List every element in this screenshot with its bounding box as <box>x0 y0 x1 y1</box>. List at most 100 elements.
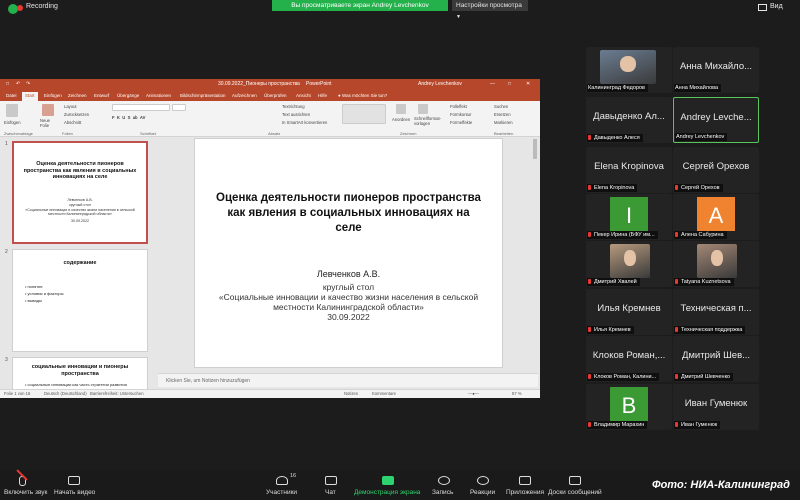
zoom-level[interactable]: 87 % <box>512 391 522 396</box>
paste-button[interactable]: Einfügen <box>4 120 21 125</box>
apps-button[interactable]: Приложения <box>506 470 544 500</box>
new-slide-button[interactable]: Neue Folie <box>40 118 58 128</box>
accessibility-status[interactable]: Barrierefreiheit: Untersuchen <box>90 391 144 396</box>
participant-tile[interactable]: B Владимир Марахин <box>586 384 672 430</box>
font-name-box[interactable] <box>112 104 170 111</box>
unmute-button[interactable]: Включить звук <box>0 469 50 500</box>
tab-datei[interactable]: Datei <box>6 93 17 98</box>
record-button[interactable]: Запись <box>432 470 456 500</box>
participant-tile[interactable]: Техническая п... Техническая поддержка <box>673 289 759 335</box>
face-shape <box>624 250 636 267</box>
participant-tile[interactable]: A Алена Сабурина <box>673 194 759 240</box>
whiteboards-button[interactable]: Доски сообщений <box>548 470 602 500</box>
maximize-icon[interactable]: □ <box>508 81 511 87</box>
notes-pane[interactable]: Klicken Sie, um Notizen hinzuzufügen <box>158 373 538 387</box>
save-icon[interactable]: □ <box>6 81 9 87</box>
layout-button[interactable]: Layout <box>64 104 77 109</box>
participant-tile[interactable]: Илья Кремнев Илья Кремнев <box>586 289 672 335</box>
tab-zeichnen[interactable]: Zeichnen <box>68 93 87 98</box>
current-slide[interactable]: Оценка деятельности пионеров пространств… <box>194 138 503 368</box>
arrange-icon[interactable] <box>396 104 406 114</box>
quick-styles-button[interactable]: Schnellformat-vorlagen <box>414 116 441 126</box>
search-button[interactable]: Suchen <box>494 104 508 109</box>
slide-subtitle[interactable]: круглый стол «Социальные инновации и кач… <box>215 282 482 322</box>
reactions-button[interactable]: Реакции <box>470 470 496 500</box>
view-options-label: Настройки просмотра <box>456 2 522 9</box>
muted-mic-icon <box>588 135 591 140</box>
tab-ansicht[interactable]: Ansicht <box>296 93 311 98</box>
participant-name-label: Давыденко Алеся <box>587 134 643 142</box>
participant-tile[interactable]: I Пекер Ирина (БФУ им... <box>586 194 672 240</box>
participant-tile[interactable]: Tatyana Kuznetsova <box>673 241 759 287</box>
tab-einfuegen[interactable]: Einfügen <box>44 93 62 98</box>
slide-title[interactable]: Оценка деятельности пионеров пространств… <box>215 191 482 236</box>
minimize-icon[interactable]: — <box>490 81 495 87</box>
outline-button[interactable]: Formkontur <box>450 112 471 117</box>
quick-styles-icon[interactable] <box>418 104 428 114</box>
paste-icon[interactable] <box>6 104 18 117</box>
fill-button[interactable]: Fülleffekt <box>450 104 467 109</box>
shapes-gallery[interactable] <box>342 104 386 124</box>
user-name[interactable]: Andrey Levchenkov <box>418 81 462 87</box>
reset-button[interactable]: Zurücksetzen <box>64 112 89 117</box>
group-slides: Folien <box>62 131 73 136</box>
participant-tile[interactable]: Сергей Орехов Сергей Орехов <box>673 147 759 193</box>
replace-button[interactable]: Ersetzen <box>494 112 511 117</box>
undo-icon[interactable]: ↶ <box>16 81 20 87</box>
tab-ueberpruefen[interactable]: Überprüfen <box>264 93 287 98</box>
tab-hilfe[interactable]: Hilfe <box>318 93 327 98</box>
slide-thumbnail-2[interactable]: содержание • понятие • условия и факторы… <box>12 249 148 352</box>
language-status[interactable]: Deutsch (Deutschland) <box>44 391 87 396</box>
participant-tile[interactable]: Калининград Федоров <box>586 47 672 93</box>
text-direction-button[interactable]: Textrichtung <box>282 104 305 109</box>
tab-uebergaenge[interactable]: Übergänge <box>117 93 139 98</box>
tell-me-search[interactable]: ● Was möchten Sie tun? <box>338 93 387 98</box>
participant-tile[interactable]: Клоков Роман,... Клоков Роман, Калини... <box>586 336 672 382</box>
chat-button[interactable]: Чат <box>322 470 342 500</box>
arrange-button[interactable]: Anordnen <box>392 117 410 122</box>
view-options-dropdown[interactable]: Настройки просмотра ▼ <box>452 0 528 20</box>
view-button[interactable]: Вид <box>770 3 783 10</box>
font-format-icons[interactable]: F K U S ab AV <box>112 115 145 120</box>
participant-name-text: Илья Кремнев <box>594 327 631 333</box>
section-button[interactable]: Abschnitt <box>64 120 81 125</box>
participant-tile[interactable]: Elena Kropinova Elena Kropinova <box>586 147 672 193</box>
participant-tile[interactable]: Анна Михайло... Анна Михайлова <box>673 47 759 93</box>
slide-thumbnail-3[interactable]: социальные инновации и пионеры пространс… <box>12 357 148 389</box>
notes-button[interactable]: Notizen <box>344 391 358 396</box>
new-slide-icon[interactable] <box>42 104 54 116</box>
tab-aufzeichnen[interactable]: Aufzeichnen <box>232 93 257 98</box>
tab-entwurf[interactable]: Entwurf <box>94 93 109 98</box>
participant-tile[interactable]: Andrey Levche... Andrey Levchenkov <box>673 97 759 143</box>
smartart-button[interactable]: In SmartArt konvertieren <box>282 120 327 125</box>
tab-start[interactable]: Start <box>22 92 38 101</box>
comments-button[interactable]: Kommentare <box>372 391 396 396</box>
participant-tile[interactable]: Дмитрий Шев... Дмитрий Шевченко <box>673 336 759 382</box>
zoom-slider[interactable]: —●— <box>468 391 479 396</box>
slide-author[interactable]: Левченков А.В. <box>195 269 502 279</box>
slide-thumbnail-1[interactable]: Оценка деятельности пионеров пространств… <box>12 141 148 244</box>
font-size-box[interactable] <box>172 104 186 111</box>
tab-bildschirmpraesentation[interactable]: Bildschirmpräsentation <box>180 93 226 98</box>
select-button[interactable]: Markieren <box>494 120 513 125</box>
chat-label: Чат <box>325 489 336 496</box>
align-text-button[interactable]: Text ausrichten <box>282 112 310 117</box>
participant-tile[interactable]: Дмитрий Хвалей <box>586 241 672 287</box>
redo-icon[interactable]: ↷ <box>26 81 30 87</box>
close-icon[interactable]: ✕ <box>526 81 530 87</box>
participant-name-label: Анна Михайлова <box>674 84 722 92</box>
thumb-2-bullet-2: • условия и факторы <box>25 291 64 296</box>
slide-count: Folie 1 von 16 <box>4 391 31 396</box>
start-video-button[interactable]: Начать видео <box>52 470 98 500</box>
participant-tile[interactable]: Давыденко Ал... Давыденко Алеся <box>586 97 672 143</box>
participant-name-text: Дмитрий Хвалей <box>594 279 637 285</box>
grid-view-icon[interactable] <box>758 4 767 11</box>
effects-button[interactable]: Formeffekte <box>450 120 472 125</box>
participant-display-name: Дмитрий Шев... <box>681 350 751 361</box>
share-screen-button[interactable]: Демонстрация экрана <box>354 470 422 500</box>
tab-animationen[interactable]: Animationen <box>146 93 171 98</box>
participant-tile[interactable]: Иван Гуменюк Иван Гуменюк <box>673 384 759 430</box>
participants-button[interactable]: 16 Участники <box>266 470 302 500</box>
editor-scrollbar[interactable] <box>533 139 537 159</box>
unmute-label: Включить звук <box>4 489 48 496</box>
